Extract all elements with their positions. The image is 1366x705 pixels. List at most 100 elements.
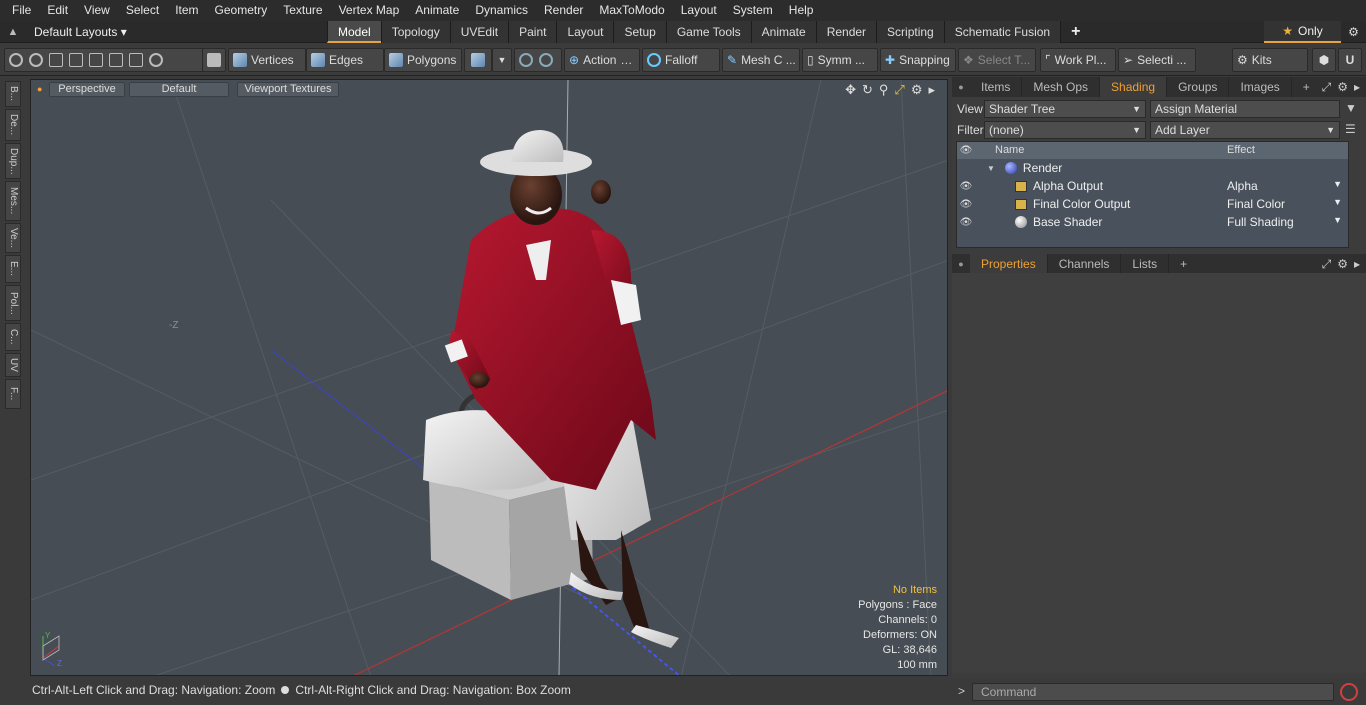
menu-layout[interactable]: Layout <box>673 0 725 21</box>
name-column-header[interactable]: Name <box>975 142 1225 159</box>
left-tab-edge[interactable]: E... <box>5 255 21 283</box>
table-row[interactable]: 👁 Alpha Output Alpha ▼ <box>957 177 1348 195</box>
tab-paint[interactable]: Paint <box>508 21 557 43</box>
table-row[interactable]: 👁 Final Color Output Final Color ▼ <box>957 195 1348 213</box>
assign-material-button[interactable]: Assign Material <box>1150 100 1340 118</box>
left-tab-mesh[interactable]: Mes... <box>5 181 21 221</box>
brush-icon[interactable] <box>69 53 83 67</box>
item-mode-button[interactable] <box>202 48 226 72</box>
record-icon[interactable] <box>1340 683 1358 701</box>
unreal-button[interactable]: U <box>1338 48 1362 72</box>
clock-icon[interactable] <box>149 53 163 67</box>
panel-gear-icon[interactable]: ⚙ <box>1337 80 1348 95</box>
tab-topology[interactable]: Topology <box>380 21 450 43</box>
action-center-button[interactable]: ⊕ Action… <box>564 48 640 72</box>
list-options-icon[interactable]: ☰ <box>1345 122 1356 136</box>
left-tab-vertex[interactable]: Ve... <box>5 223 21 253</box>
command-input[interactable]: Command <box>972 683 1334 701</box>
viewport-options-icon[interactable]: ● <box>37 84 42 94</box>
eye-icon[interactable]: 👁 <box>957 217 975 228</box>
left-tab-uv[interactable]: UV <box>5 353 21 377</box>
expand-icon[interactable]: ⤢ <box>1322 257 1332 272</box>
menu-maxtomodo[interactable]: MaxToModo <box>591 0 672 21</box>
menu-dynamics[interactable]: Dynamics <box>467 0 536 21</box>
tab-game-tools[interactable]: Game Tools <box>665 21 751 43</box>
left-tab-curve[interactable]: C... <box>5 323 21 351</box>
kits-button[interactable]: ⚙ Kits <box>1232 48 1308 72</box>
zoom-icon[interactable]: ⚲ <box>879 82 889 98</box>
add-layer-dropdown[interactable]: Add Layer ▼ <box>1150 121 1340 139</box>
tab-scripting[interactable]: Scripting <box>876 21 944 43</box>
menu-render[interactable]: Render <box>536 0 591 21</box>
vertices-button[interactable]: Vertices <box>228 48 306 72</box>
maximize-icon[interactable]: ⤢ <box>894 82 904 98</box>
center-icon[interactable] <box>109 53 123 67</box>
expand-icon[interactable]: ⤢ <box>1322 80 1332 95</box>
menu-file[interactable]: File <box>4 0 39 21</box>
circle-select-icon[interactable] <box>9 53 23 67</box>
add-panel-tab-icon[interactable]: + <box>1292 77 1321 97</box>
menu-geometry[interactable]: Geometry <box>207 0 276 21</box>
chevron-down-icon[interactable]: ▼ <box>1333 215 1342 225</box>
tab-animate[interactable]: Animate <box>750 21 816 43</box>
tab-properties[interactable]: Properties <box>970 254 1048 274</box>
perspective-button[interactable]: Perspective <box>49 82 125 97</box>
collapse-icon[interactable]: ▲ <box>0 26 26 38</box>
selection-sets-button[interactable]: ➢ Selecti ... <box>1118 48 1196 72</box>
viewport-textures-button[interactable]: Viewport Textures <box>237 82 339 97</box>
tab-items[interactable]: Items <box>970 77 1023 97</box>
center-pivot-icon[interactable] <box>539 53 553 67</box>
left-tab-basic[interactable]: B... <box>5 81 21 107</box>
menu-view[interactable]: View <box>76 0 118 21</box>
add-panel-tab-icon[interactable]: + <box>1169 254 1198 274</box>
tab-shading[interactable]: Shading <box>1100 77 1168 97</box>
select-through-button[interactable]: ❖ Select T... <box>958 48 1036 72</box>
row-effect[interactable]: Full Shading <box>1227 215 1294 229</box>
tab-schematic-fusion[interactable]: Schematic Fusion <box>943 21 1061 43</box>
panel-gear-icon[interactable]: ⚙ <box>1337 257 1348 272</box>
snapping-button[interactable]: ✚ Snapping <box>880 48 956 72</box>
tab-render[interactable]: Render <box>815 21 877 43</box>
menu-edit[interactable]: Edit <box>39 0 76 21</box>
panel-arrow-icon[interactable]: ▸ <box>1354 80 1360 95</box>
gear-icon[interactable]: ⚙ <box>1341 21 1366 43</box>
pivot-icon[interactable] <box>519 53 533 67</box>
panel-options-icon[interactable]: ● <box>952 82 970 92</box>
tab-layout[interactable]: Layout <box>556 21 614 43</box>
eye-icon[interactable]: 👁 <box>957 199 975 210</box>
3d-viewport[interactable]: Y Z ● Perspective Default Viewport Textu… <box>30 79 948 676</box>
viewport-gear-icon[interactable]: ⚙ <box>911 82 923 98</box>
left-tab-duplicate[interactable]: Dup... <box>5 143 21 179</box>
row-effect[interactable]: Final Color <box>1227 197 1285 211</box>
falloff-button[interactable]: Falloff <box>642 48 720 72</box>
only-toggle[interactable]: ★ Only <box>1264 21 1341 43</box>
work-plane-button[interactable]: ⌜ Work Pl... <box>1040 48 1116 72</box>
row-effect[interactable]: Alpha <box>1227 179 1258 193</box>
panel-arrow-icon[interactable]: ▸ <box>1354 257 1360 272</box>
menu-vertex-map[interactable]: Vertex Map <box>331 0 408 21</box>
globe-icon[interactable] <box>29 53 43 67</box>
table-row[interactable]: ▼ Render <box>957 159 1348 177</box>
effect-column-header[interactable]: Effect <box>1225 142 1348 159</box>
tab-mesh-ops[interactable]: Mesh Ops <box>1022 77 1101 97</box>
filter-dropdown[interactable]: (none) ▼ <box>984 121 1146 139</box>
menu-system[interactable]: System <box>725 0 781 21</box>
menu-animate[interactable]: Animate <box>407 0 467 21</box>
mesh-constraint-button[interactable]: ✎ Mesh C ... <box>722 48 800 72</box>
expand-arrow-icon[interactable]: ▼ <box>987 164 995 173</box>
edges-button[interactable]: Edges <box>306 48 384 72</box>
panel-options-icon[interactable]: ● <box>952 259 970 269</box>
tab-groups[interactable]: Groups <box>1167 77 1230 97</box>
menu-select[interactable]: Select <box>118 0 167 21</box>
left-tab-deform[interactable]: De... <box>5 109 21 141</box>
view-dropdown[interactable]: Shader Tree ▼ <box>984 100 1146 118</box>
symmetry-button[interactable]: ▯ Symm ... <box>802 48 878 72</box>
filter-funnel-icon[interactable]: ▼ <box>1345 101 1357 115</box>
default-style-button[interactable]: Default <box>129 82 229 97</box>
tab-model[interactable]: Model <box>327 21 381 43</box>
tab-lists[interactable]: Lists <box>1121 254 1170 274</box>
tab-images[interactable]: Images <box>1229 77 1292 97</box>
left-tab-polygon[interactable]: Pol... <box>5 285 21 321</box>
pen-icon[interactable] <box>49 53 63 67</box>
material-mode-button[interactable] <box>464 48 492 72</box>
